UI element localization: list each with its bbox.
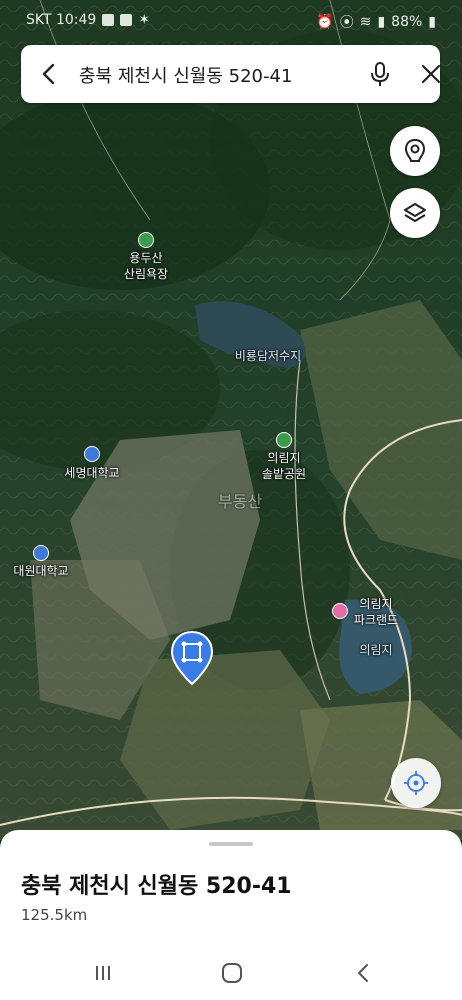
notification-icon — [120, 14, 133, 26]
sheet-drag-handle[interactable] — [209, 842, 253, 846]
current-location-button[interactable] — [391, 758, 441, 808]
place-title: 충북 제천시 신월동 520-41 — [21, 874, 292, 899]
map-label-uirimji[interactable]: 의림지 — [359, 642, 392, 658]
school-poi-icon[interactable] — [33, 545, 49, 561]
notification-icon — [102, 14, 115, 26]
layers-icon — [404, 203, 426, 222]
school-poi-icon[interactable] — [84, 446, 100, 462]
home-button[interactable] — [217, 958, 247, 988]
map-label-parkland[interactable]: 의림지 파크랜드 — [354, 596, 398, 628]
wifi-icon: ≋ — [359, 14, 372, 30]
notification-icon: ✶ — [138, 12, 151, 28]
map-label-daewon[interactable]: 대원대학교 — [13, 563, 68, 579]
system-nav-bar — [0, 948, 462, 1000]
back-button[interactable] — [348, 958, 378, 988]
location-pin-icon[interactable] — [170, 630, 214, 686]
street-view-button[interactable] — [390, 126, 440, 176]
recent-apps-button[interactable] — [88, 958, 118, 988]
search-bar[interactable]: 충북 제천시 신월동 520-41 — [21, 45, 441, 103]
status-time: SKT 10:49 — [26, 12, 97, 28]
battery-icon: ▮ — [428, 14, 436, 30]
battery-percent: 88% — [391, 14, 423, 30]
location-icon: ⦿ — [339, 15, 354, 31]
map-label-yongdusan[interactable]: 용두산 산림욕장 — [124, 250, 168, 282]
map-label-semyung[interactable]: 세명대학교 — [64, 465, 119, 481]
park-poi-icon[interactable] — [138, 232, 154, 248]
map-view[interactable]: 부동산 용두산 산림욕장 비룡담저수지 의림지 솔밭공원 세명대학교 대원대학교… — [0, 0, 462, 840]
map-label-reservoir[interactable]: 비룡담저수지 — [235, 348, 301, 364]
signal-icon: ▮ — [377, 14, 386, 30]
map-label-uirimji-park[interactable]: 의림지 솔밭공원 — [262, 450, 306, 482]
park-poi-icon[interactable] — [276, 432, 292, 448]
search-query[interactable]: 충북 제천시 신월동 520-41 — [79, 62, 292, 88]
place-distance: 125.5km — [21, 906, 88, 924]
alarm-icon: ⏰ — [316, 14, 334, 30]
satellite-imagery — [0, 0, 462, 840]
street-view-icon — [404, 138, 426, 162]
back-arrow-icon[interactable] — [35, 60, 63, 88]
microphone-icon[interactable] — [365, 59, 395, 89]
map-watermark: 부동산 — [217, 492, 263, 511]
close-icon[interactable] — [417, 60, 445, 88]
crosshair-icon — [404, 771, 428, 795]
status-bar: SKT 10:49 ✶ ⏰ ⦿ ≋ ▮ 88% ▮ — [0, 0, 462, 42]
layers-button[interactable] — [390, 188, 440, 238]
amusement-poi-icon[interactable] — [332, 603, 348, 619]
